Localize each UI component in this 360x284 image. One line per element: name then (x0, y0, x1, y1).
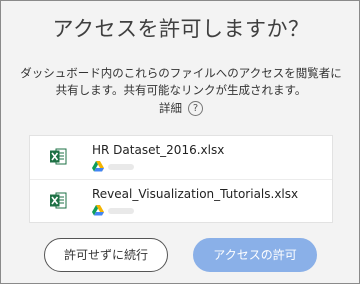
details-row: 詳細? (1, 100, 360, 116)
dialog-description: ダッシュボード内のこれらのファイルへのアクセスを閲覧者に 共有します。共有可能な… (1, 65, 360, 99)
allow-access-button[interactable]: アクセスの許可 (193, 238, 317, 272)
excel-icon (50, 192, 67, 209)
excel-icon (50, 148, 67, 165)
help-icon[interactable]: ? (188, 101, 203, 116)
continue-without-permission-button[interactable]: 許可せずに続行 (44, 238, 168, 272)
file-owner-redacted (108, 208, 134, 214)
file-name: Reveal_Visualization_Tutorials.xlsx (92, 187, 299, 201)
file-row: Reveal_Visualization_Tutorials.xlsx (30, 179, 332, 222)
dialog-title: アクセスを許可しますか？ (52, 17, 310, 41)
file-owner-redacted (108, 164, 134, 170)
file-list: HR Dataset_2016.xlsx Reveal_Visualizatio… (29, 135, 333, 223)
file-row: HR Dataset_2016.xlsx (30, 136, 332, 178)
file-name: HR Dataset_2016.xlsx (92, 143, 225, 157)
google-drive-icon (92, 205, 104, 216)
description-line-2: 共有します。共有可能なリンクが生成されます。 (55, 83, 307, 97)
google-drive-icon (92, 161, 104, 172)
details-label: 詳細 (159, 101, 182, 115)
description-line-1: ダッシュボード内のこれらのファイルへのアクセスを閲覧者に (20, 66, 342, 80)
access-dialog: アクセスを許可しますか？ ダッシュボード内のこれらのファイルへのアクセスを閲覧者… (0, 0, 360, 284)
